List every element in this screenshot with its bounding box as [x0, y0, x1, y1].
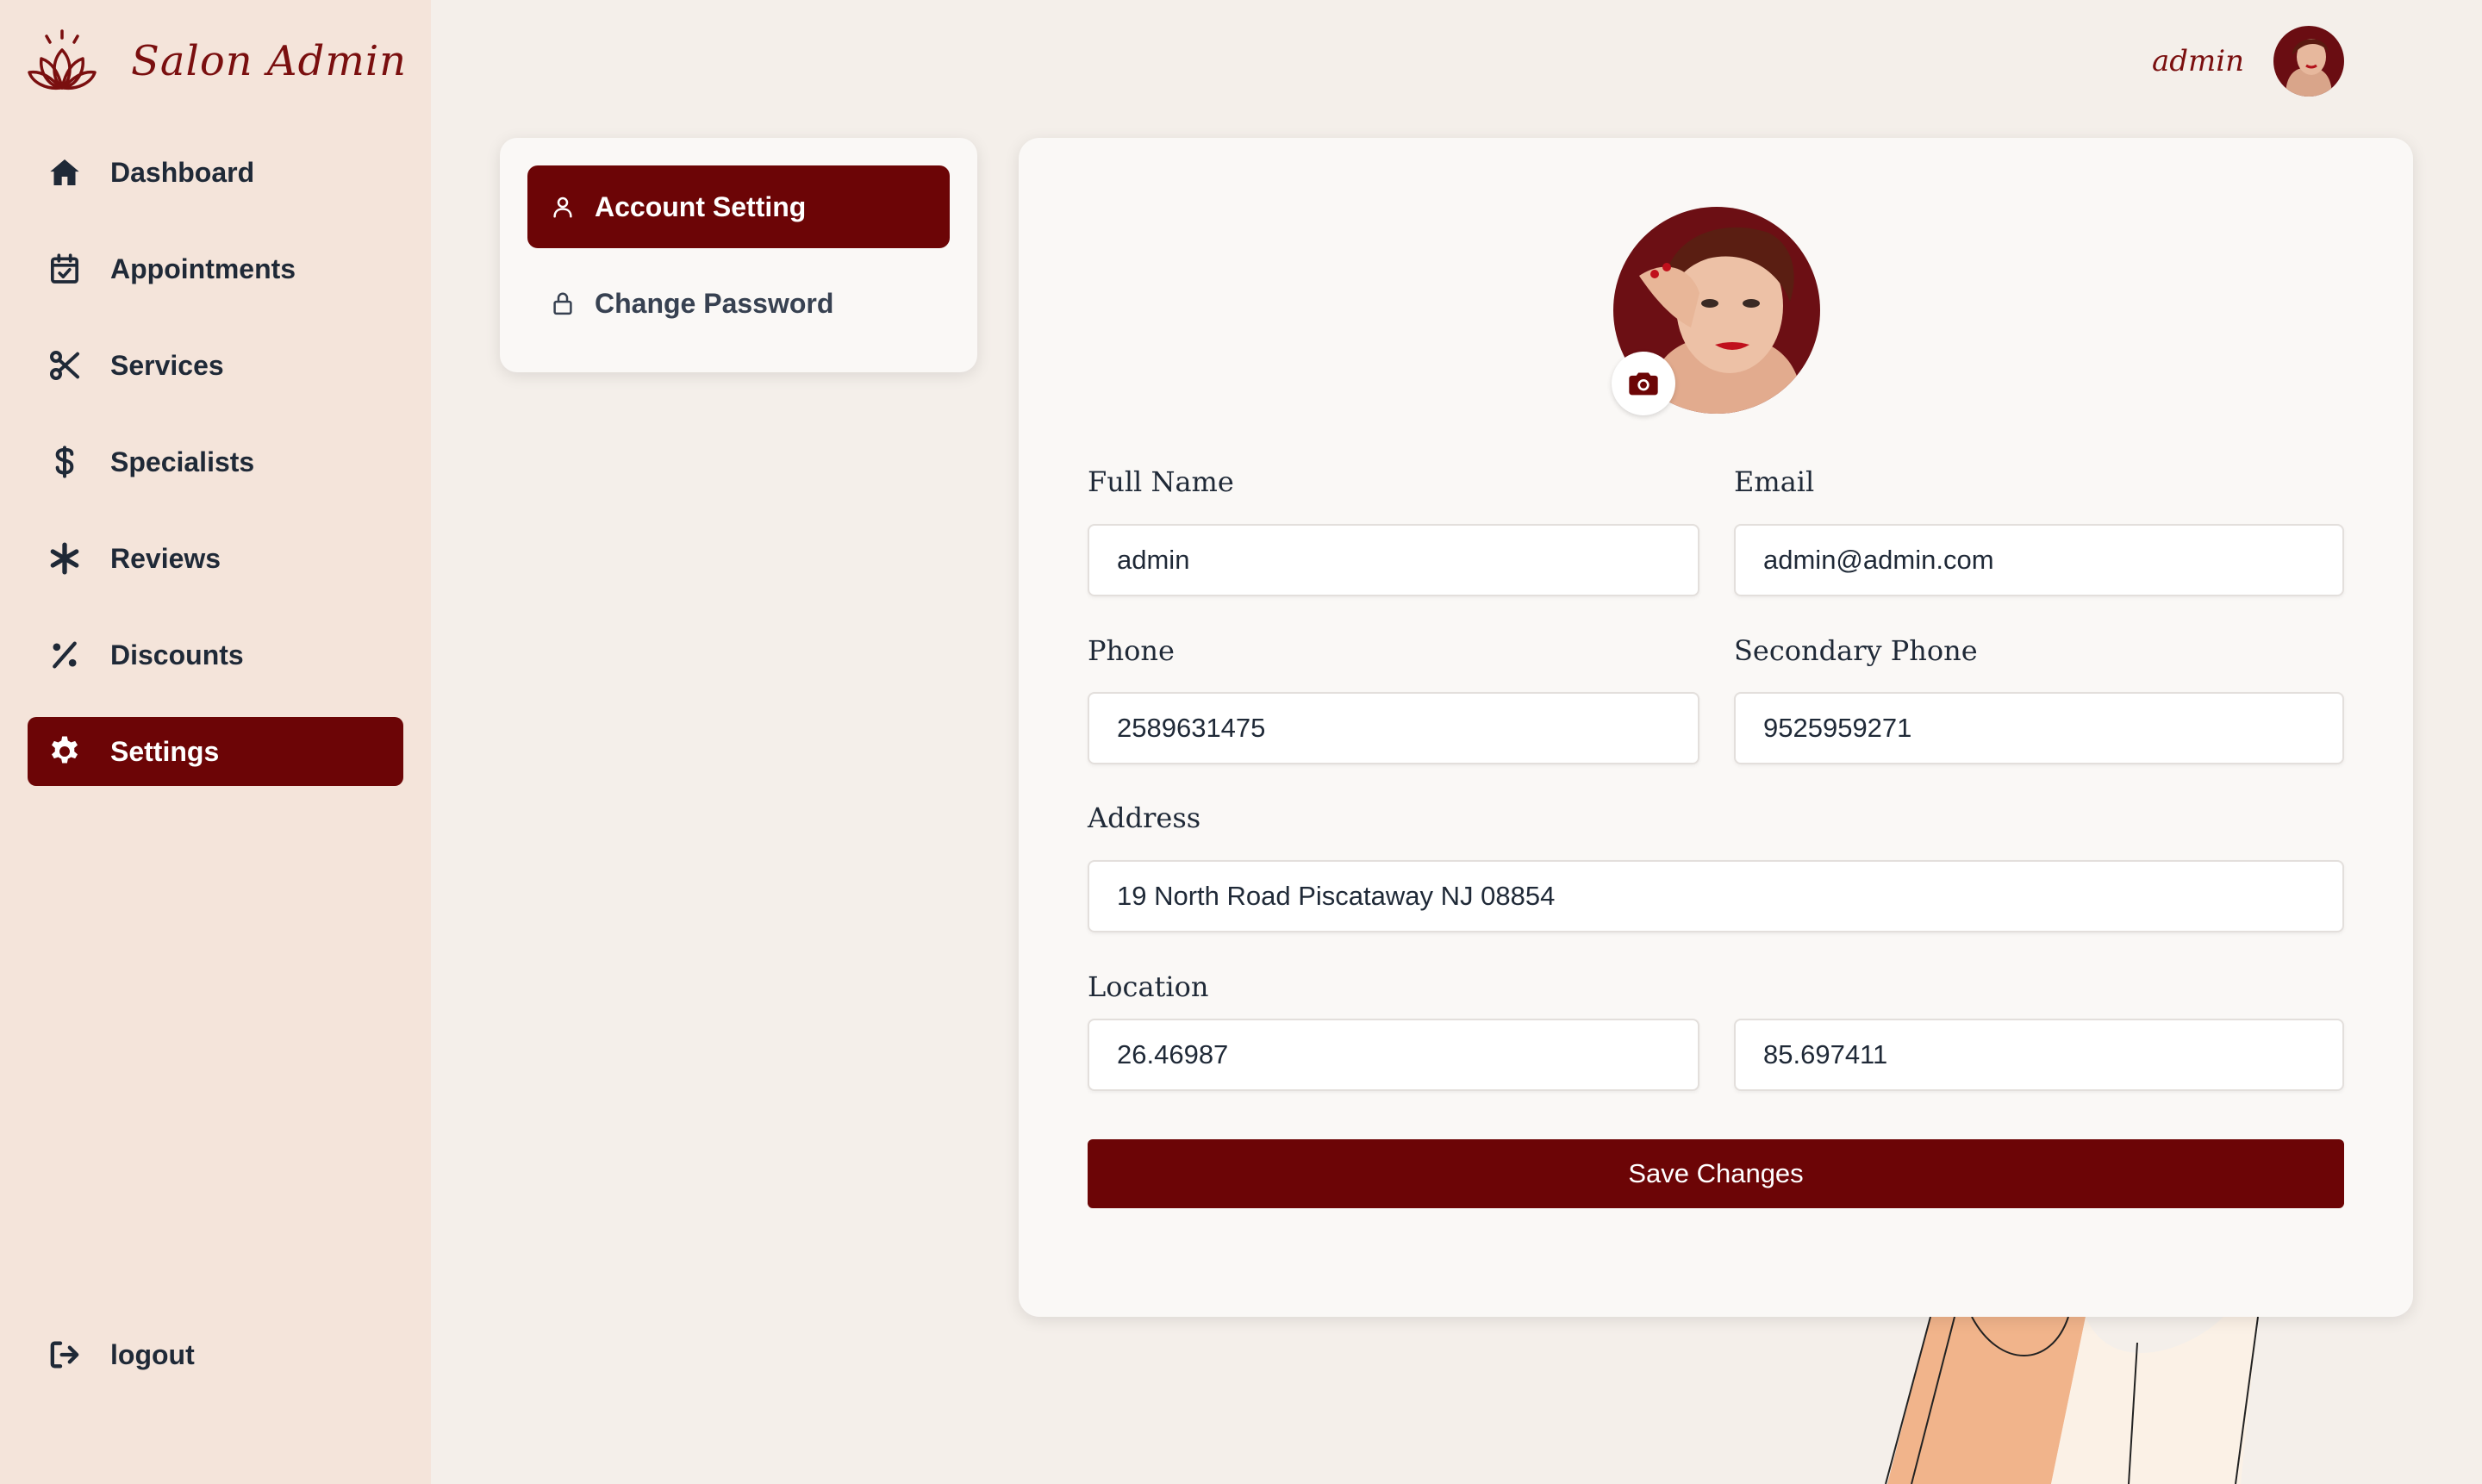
sidebar-item-appointments[interactable]: Appointments	[28, 234, 403, 303]
latitude-field[interactable]	[1088, 1019, 1699, 1091]
sidebar-item-label: Services	[110, 349, 224, 381]
camera-icon	[1629, 372, 1658, 396]
specialist-icon	[47, 444, 83, 480]
brand-name: Salon Admin	[131, 37, 408, 85]
sidebar-item-label: Discounts	[110, 639, 244, 670]
calendar-check-icon	[47, 251, 83, 287]
user-icon	[553, 196, 572, 218]
secondary-phone-field[interactable]	[1734, 692, 2344, 764]
phone-field[interactable]	[1088, 692, 1699, 764]
sidebar: Salon Admin Dashboard Appointments Servi…	[0, 0, 431, 1484]
email-field[interactable]	[1734, 524, 2344, 596]
secondary-phone-label: Secondary Phone	[1734, 634, 1978, 667]
sidebar-item-label: Appointments	[110, 253, 296, 284]
avatar[interactable]	[2273, 26, 2344, 97]
settings-menu: Account Setting Change Password	[500, 138, 977, 372]
logout-icon	[47, 1337, 83, 1373]
sidebar-item-label: Dashboard	[110, 156, 255, 188]
account-settings-form: Full Name Email Phone Secondary Phone Ad…	[1019, 138, 2413, 1317]
lotus-icon	[28, 29, 97, 90]
sidebar-item-services[interactable]: Services	[28, 331, 403, 400]
sidebar-item-label: Reviews	[110, 542, 221, 574]
longitude-field[interactable]	[1734, 1019, 2344, 1091]
logout-button[interactable]: logout	[28, 1320, 403, 1389]
email-label: Email	[1734, 465, 1815, 498]
change-photo-button[interactable]	[1612, 352, 1675, 415]
save-changes-button[interactable]: Save Changes	[1088, 1139, 2344, 1208]
full-name-field[interactable]	[1088, 524, 1699, 596]
user-menu[interactable]: admin	[2152, 26, 2344, 97]
tab-account-setting[interactable]: Account Setting	[527, 165, 950, 248]
asterisk-icon	[47, 540, 83, 577]
percent-icon	[47, 637, 83, 673]
address-field[interactable]	[1088, 860, 2344, 932]
home-icon	[47, 154, 83, 190]
address-label: Address	[1088, 801, 1201, 834]
sidebar-item-specialists[interactable]: Specialists	[28, 427, 403, 496]
location-label: Location	[1088, 970, 1209, 1003]
sidebar-item-discounts[interactable]: Discounts	[28, 620, 403, 689]
sidebar-item-label: Settings	[110, 735, 220, 767]
sidebar-item-dashboard[interactable]: Dashboard	[28, 138, 403, 207]
scissors-icon	[47, 347, 83, 383]
decorative-illustration	[1885, 1317, 2259, 1484]
gear-icon	[47, 733, 83, 770]
sidebar-item-settings[interactable]: Settings	[28, 717, 403, 786]
sidebar-item-reviews[interactable]: Reviews	[28, 524, 403, 593]
full-name-label: Full Name	[1088, 465, 1234, 498]
phone-label: Phone	[1088, 634, 1175, 667]
tab-account-setting-label: Account Setting	[595, 190, 807, 222]
sidebar-nav: Dashboard Appointments Services Speciali…	[28, 138, 403, 814]
tab-change-password[interactable]: Change Password	[527, 262, 950, 345]
tab-change-password-label: Change Password	[595, 287, 834, 319]
username: admin	[2151, 44, 2244, 78]
sidebar-item-label: Specialists	[110, 446, 255, 477]
brand[interactable]: Salon Admin	[26, 28, 407, 95]
logout-label: logout	[110, 1338, 195, 1370]
lock-icon	[553, 292, 572, 315]
